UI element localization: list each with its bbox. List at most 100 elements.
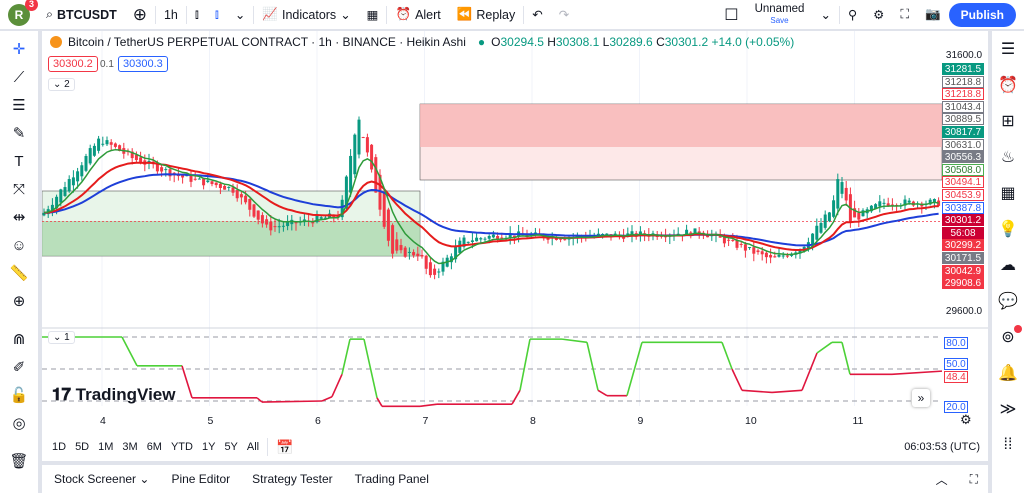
candle-body [273,226,277,228]
add-list-icon[interactable]: ⊞ [992,103,1024,139]
heikin-ashi-icon[interactable]: ⫾ [207,0,227,30]
oscillator-segment [771,389,803,394]
visibility-icon[interactable]: ◎ [0,409,38,437]
chart-area[interactable]: Bitcoin / TetherUS PERPETUAL CONTRACT · … [42,31,988,461]
crosshair-icon[interactable]: ✛ [0,35,38,63]
emoji-icon[interactable]: ☺ [0,231,38,259]
bell-icon[interactable]: 🔔 [992,355,1024,391]
range-3m[interactable]: 3M [122,441,137,453]
indicators-button[interactable]: 📈 Indicators ⌄ [254,0,358,30]
publish-button[interactable]: Publish [948,2,1016,27]
indicators-collapse-button[interactable]: ⌄ 2 [48,78,75,91]
panel-tab-trading-panel[interactable]: Trading Panel [355,472,429,486]
lock-drawings-icon[interactable]: ✐ [0,353,38,381]
oscillator-segment [256,397,263,403]
unlock-icon[interactable]: 🔓 [0,381,38,409]
range-1m[interactable]: 1M [98,441,113,453]
range-5d[interactable]: 5D [75,441,89,453]
candle-body [823,214,827,228]
watchlist-icon[interactable]: ☰ [992,31,1024,67]
quick-search-icon[interactable]: ⚲ [840,0,865,30]
compare-button[interactable]: ⊕ [125,0,155,30]
goto-date-icon[interactable]: 📅 [276,439,293,456]
maximize-icon[interactable]: ⛶ [970,472,978,487]
tv-logo-icon: 𝟏𝟕 [52,385,71,404]
oscillator-label: 50.0 [944,358,968,370]
chevron-down-icon[interactable]: ⌄ [227,0,253,30]
oscillator-collapse-button[interactable]: ⌄ 1 [48,331,75,344]
replay-button[interactable]: ⏪ Replay [449,0,524,30]
panel-tab-pine-editor[interactable]: Pine Editor [171,472,230,486]
layout-name-button[interactable]: Unnamed Save [747,0,813,30]
ruler-icon[interactable]: 📏 [0,259,38,287]
sell-button[interactable]: 30300.2 [48,56,98,72]
range-ytd[interactable]: YTD [171,441,193,453]
candle-body [252,204,256,217]
fib-icon[interactable]: ☰ [0,91,38,119]
oscillator-segment [121,336,138,367]
axis-settings-icon[interactable]: ⚙ [960,412,972,428]
candle-body [189,175,193,182]
trash-icon[interactable]: 🗑 [0,447,38,475]
hotlist-fire-icon[interactable]: ♨ [992,139,1024,175]
candles-icon[interactable]: ⫾ [187,0,207,30]
time-label: 8 [530,415,536,427]
supply-zone-inner [420,104,942,147]
candle-body [361,137,365,139]
oscillator-segment [816,341,833,354]
user-avatar[interactable]: R3 [8,0,38,26]
candle-body [487,236,491,239]
candle-body [777,254,781,257]
range-1d[interactable]: 1D [52,441,66,453]
alert-button[interactable]: ⏰ Alert [387,0,448,30]
layout-checkbox[interactable]: ☐ [716,0,746,30]
pattern-icon[interactable]: ⤧ [0,175,38,203]
streams-icon[interactable]: ⊚ [992,319,1024,355]
chart-canvas[interactable] [42,31,988,461]
trend-line-icon[interactable]: ⟋ [0,63,38,91]
candle-body [475,237,479,242]
chat-icon[interactable]: 💬 [992,283,1024,319]
candle-body [227,186,231,188]
symbol-title: Bitcoin / TetherUS PERPETUAL CONTRACT · … [68,35,466,49]
candle-body [197,178,201,180]
scroll-to-realtime-button[interactable]: » [912,389,930,407]
range-6m[interactable]: 6M [147,441,162,453]
redo-icon[interactable]: ↷ [551,0,577,30]
alarm-clock-icon[interactable]: ⏰ [992,67,1024,103]
search-icon: ⌕ [46,7,54,21]
oscillator-segment [519,338,531,391]
gear-icon[interactable]: ⚙ [865,0,892,30]
buy-button[interactable]: 30300.3 [118,56,168,72]
chevron-down-icon[interactable]: ⌄ [812,0,838,30]
ohlc-values: O30294.5 H30308.1 L30289.6 C30301.2 +14.… [491,35,794,49]
top-toolbar: R3 ⌕ BTCUSDT ⊕ 1h ⫾ ⫾ ⌄ 📈 Indicators ⌄ ▦ ⏰ A… [0,0,1024,30]
candle-body [470,240,474,243]
clock[interactable]: 06:03:53 (UTC) [904,441,980,453]
chat-cloud-icon[interactable]: ☁ [992,247,1024,283]
text-icon[interactable]: T [0,147,38,175]
panel-tab-stock-screener[interactable]: Stock Screener ⌄ [54,472,149,486]
calendar-icon[interactable]: ▦ [992,175,1024,211]
range-5y[interactable]: 5Y [224,441,237,453]
brush-icon[interactable]: ✎ [0,119,38,147]
layouts-icon[interactable]: ▦ [359,0,387,30]
indicators-label: Indicators [281,7,337,22]
magnet-icon[interactable]: ⋒ [0,325,38,353]
camera-icon[interactable]: 📷 [917,0,949,30]
ideas-bulb-icon[interactable]: 💡 [992,211,1024,247]
apps-icon[interactable]: ⁞⁞ [992,427,1024,463]
candle-body [210,181,214,185]
collapse-icon[interactable]: ≫ [992,391,1024,427]
chevron-up-icon[interactable]: ︿ [936,471,948,488]
undo-icon[interactable]: ↶ [524,0,550,30]
price-label: 31218.8 [942,88,984,101]
interval-button[interactable]: 1h [156,0,186,30]
zoom-in-icon[interactable]: ⊕ [0,287,38,315]
range-all[interactable]: All [247,441,259,453]
symbol-search-button[interactable]: ⌕ BTCUSDT [38,0,125,30]
prediction-icon[interactable]: ⇹ [0,203,38,231]
range-1y[interactable]: 1Y [202,441,215,453]
fullscreen-icon[interactable]: ⛶ [892,0,917,30]
panel-tab-strategy-tester[interactable]: Strategy Tester [252,472,332,486]
